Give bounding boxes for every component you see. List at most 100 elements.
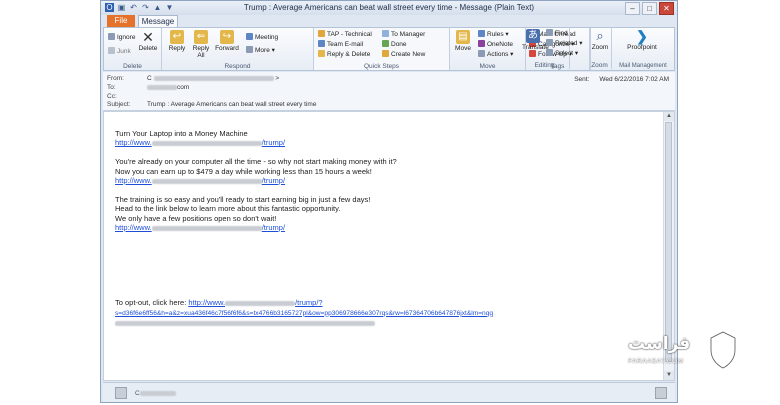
actions-icon: [478, 50, 485, 57]
body-para3-line3: We only have a few positions open so don…: [115, 213, 277, 223]
watermark-arabic: فراست: [628, 334, 691, 354]
optout-link[interactable]: http://www./trump/?: [188, 298, 322, 307]
message-content: Turn Your Laptop into a Money Machine ht…: [115, 129, 535, 328]
tab-message[interactable]: Message: [138, 15, 178, 27]
message-body[interactable]: Turn Your Laptop into a Money Machine ht…: [103, 111, 675, 381]
select-icon: [546, 49, 553, 56]
ribbon-tabs: File Message: [101, 15, 677, 27]
close-button[interactable]: ✕: [659, 2, 674, 15]
reply-all-icon: ⇐: [194, 30, 208, 44]
optout-line: To opt-out, click here: http://www./trum…: [115, 298, 323, 308]
more-button[interactable]: More ▾: [246, 46, 275, 55]
proofpoint-button[interactable]: ❯ Proofpoint: [622, 29, 662, 51]
delete-group-label: Delete: [123, 63, 142, 70]
quick-step-create-new[interactable]: Create New: [382, 50, 425, 59]
onenote-icon: [478, 40, 485, 47]
respond-group-label: Respond: [224, 63, 251, 70]
scroll-thumb[interactable]: [665, 122, 672, 362]
from-redacted: [153, 75, 274, 81]
tab-file[interactable]: File: [107, 15, 135, 27]
mail-management-group-label: Mail Management: [619, 63, 667, 69]
from-row: From: C >: [107, 75, 280, 82]
quick-steps-group: TAP - Technical Team E-mail Reply & Dele…: [314, 28, 450, 70]
forward-button[interactable]: ↪ Forward: [214, 30, 240, 52]
sender-name[interactable]: C: [135, 390, 176, 397]
done-check-icon: [382, 40, 389, 47]
people-pane: C: [103, 382, 675, 402]
rules-icon: [478, 30, 485, 37]
team-email-icon: [318, 40, 325, 47]
ignore-icon: [108, 33, 115, 40]
body-headline: Turn Your Laptop into a Money Machine: [115, 129, 248, 138]
related-icon: [546, 39, 553, 46]
editing-group: あ Translate Find Related ▾ Select ▾ Editi…: [520, 27, 582, 69]
zoom-button[interactable]: ⌕ Zoom: [589, 28, 611, 52]
reply-icon: ↩: [170, 30, 184, 44]
editing-group-label: Editing: [534, 62, 555, 69]
sent-row: Sent: Wed 6/22/2016 7:02 AM: [574, 76, 669, 83]
shield-logo-icon: [709, 330, 737, 370]
sent-value: Wed 6/22/2016 7:02 AM: [599, 76, 669, 83]
find-button[interactable]: Find: [546, 29, 568, 38]
sender-avatar-icon[interactable]: [115, 387, 127, 399]
related-button[interactable]: Related ▾: [546, 39, 582, 48]
onenote-button[interactable]: OneNote: [478, 40, 513, 49]
quick-step-team-email[interactable]: Team E-mail: [318, 40, 363, 49]
zoom-group-label: Zoom: [591, 62, 608, 69]
subject-value: Trump : Average Americans can beat wall …: [147, 101, 317, 108]
subject-row: Subject: Trump : Average Americans can be…: [107, 101, 317, 108]
junk-icon: [108, 47, 115, 54]
zoom-group: ⌕ Zoom Zoom: [588, 27, 612, 69]
proofpoint-chevron-icon: ❯: [636, 28, 648, 44]
find-icon: [546, 29, 553, 36]
body-para3-line1: The training is so easy and you'll ready…: [115, 194, 371, 204]
cc-row: Cc:: [107, 93, 117, 100]
quick-step-tap-technical[interactable]: TAP - Technical: [318, 30, 372, 39]
select-button[interactable]: Select ▾: [546, 49, 578, 58]
translate-button[interactable]: あ Translate: [522, 29, 549, 51]
meeting-button[interactable]: Meeting: [246, 33, 278, 42]
optout-link-query[interactable]: s=d36f6e6ff56&h=a&z=xua436f46c7f56f6f6&s…: [115, 308, 535, 318]
magnifier-icon: ⌕: [596, 28, 604, 43]
move-button[interactable]: ▤ Move: [452, 30, 474, 52]
translate-icon: あ: [526, 29, 540, 43]
ignore-button[interactable]: Ignore: [108, 33, 135, 42]
from-value[interactable]: C: [147, 75, 152, 82]
minimize-button[interactable]: –: [625, 2, 640, 15]
delete-button[interactable]: ✕ Delete: [137, 30, 159, 52]
message-header: From: C > To: com Cc: Subject: Trump : Aver…: [103, 72, 675, 111]
window-title: Trump : Average Americans can beat wall …: [243, 3, 535, 12]
to-redacted: [147, 84, 177, 90]
body-link-2[interactable]: http://www./trump/: [115, 176, 535, 185]
create-new-icon: [382, 50, 389, 57]
delete-x-icon: ✕: [142, 29, 154, 45]
watermark: فراست FARAASAT.COM: [628, 330, 738, 372]
quick-step-icon: [318, 30, 325, 37]
junk-button[interactable]: Junk: [108, 47, 131, 56]
body-para2-line2: Now you can earn up to $479 a day while …: [115, 166, 372, 176]
reply-all-button[interactable]: ⇐ Reply All: [190, 30, 212, 59]
actions-button[interactable]: Actions ▾: [478, 50, 513, 59]
quick-step-to-manager[interactable]: To Manager: [382, 30, 425, 39]
body-para3-line2: Head to the link below to learn more abo…: [115, 204, 341, 214]
people-pane-toggle-icon[interactable]: [655, 387, 667, 399]
move-group: ▤ Move Rules ▾ OneNote Actions ▾ Move: [450, 28, 526, 70]
title-bar: O ▣ ↶ ↷ ▲ ▼ Trump : Average Americans ca…: [101, 1, 677, 15]
to-row: To: com: [107, 84, 190, 91]
watermark-latin: FARAASAT.COM: [628, 358, 684, 365]
scroll-up-icon[interactable]: ▲: [664, 112, 674, 121]
rules-button[interactable]: Rules ▾: [478, 30, 509, 39]
window-controls: – □ ✕: [625, 2, 674, 15]
scroll-down-icon[interactable]: ▼: [664, 371, 674, 380]
maximize-button[interactable]: □: [642, 2, 657, 15]
to-manager-icon: [382, 30, 389, 37]
reply-button[interactable]: ↩ Reply: [166, 30, 188, 52]
body-link-3[interactable]: http://www./trump/: [115, 223, 535, 232]
reply-delete-icon: [318, 50, 325, 57]
body-link-1[interactable]: http://www./trump/: [115, 138, 535, 147]
meeting-icon: [246, 33, 253, 40]
quick-step-reply-delete[interactable]: Reply & Delete: [318, 50, 370, 59]
to-value[interactable]: com: [177, 84, 189, 91]
quick-steps-group-label: Quick Steps: [363, 63, 400, 70]
quick-step-done[interactable]: Done: [382, 40, 407, 49]
